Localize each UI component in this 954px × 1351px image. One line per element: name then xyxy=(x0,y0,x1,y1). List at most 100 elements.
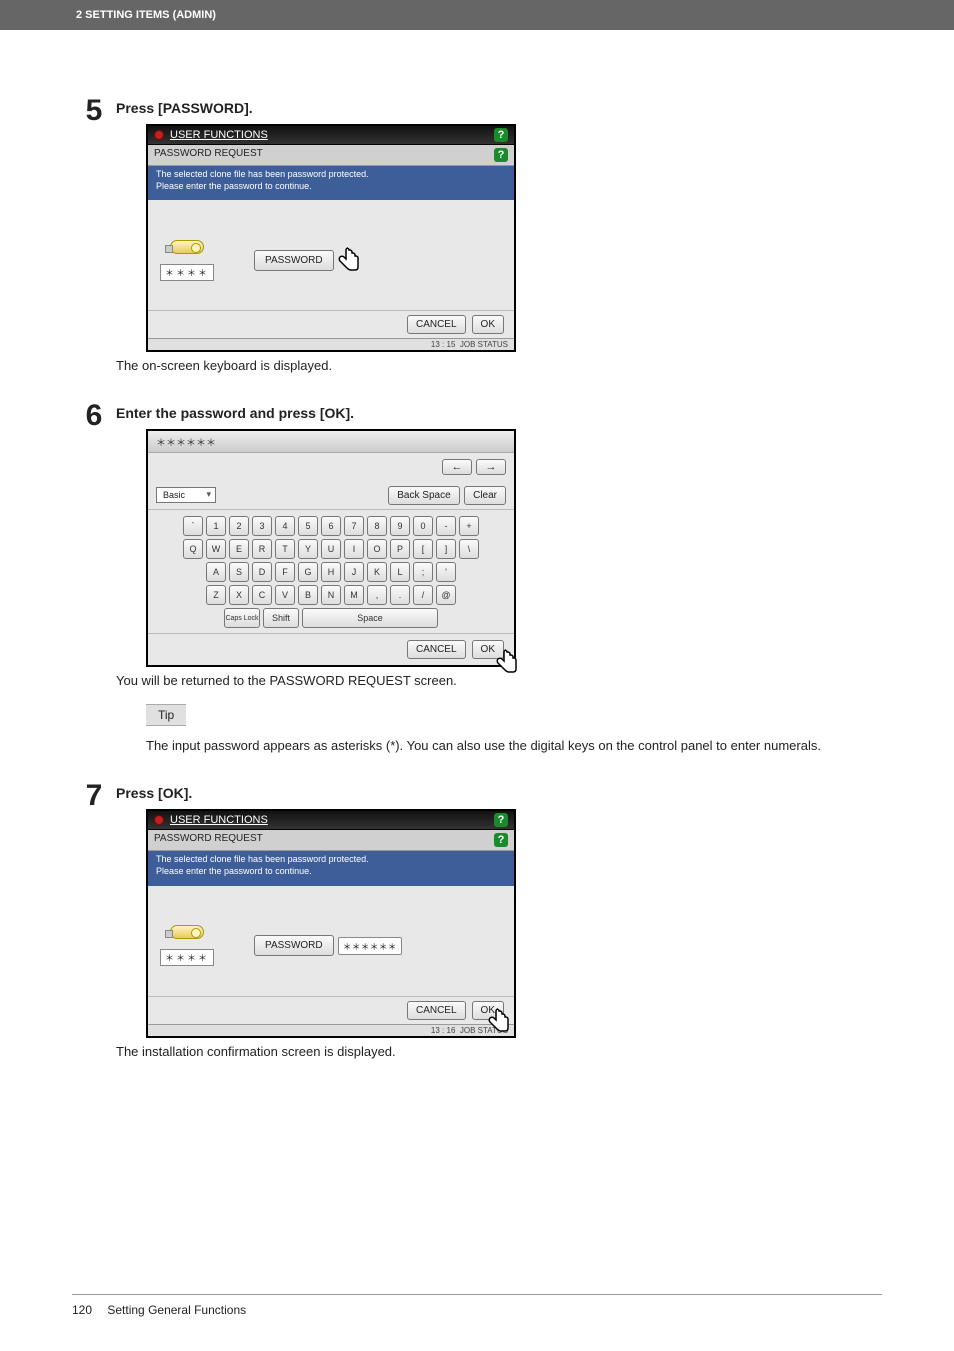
tip-label: Tip xyxy=(146,704,186,726)
help-icon[interactable]: ? xyxy=(494,813,508,827)
keyboard-key[interactable]: A xyxy=(206,562,226,582)
keyboard-key[interactable]: 1 xyxy=(206,516,226,536)
keyboard-key[interactable]: P xyxy=(390,539,410,559)
keyboard-key[interactable]: Y xyxy=(298,539,318,559)
space-key[interactable]: Space xyxy=(302,608,438,628)
device-dot-icon xyxy=(154,815,164,825)
tip-text: The input password appears as asterisks … xyxy=(146,738,882,753)
keyboard-key[interactable]: - xyxy=(436,516,456,536)
password-button[interactable]: PASSWORD xyxy=(254,935,334,956)
keyboard-key[interactable]: N xyxy=(321,585,341,605)
step-7: 7 Press [OK]. USER FUNCTIONS ? PASSWORD … xyxy=(72,781,882,1064)
keyboard-key[interactable]: \ xyxy=(459,539,479,559)
keyboard-key[interactable]: + xyxy=(459,516,479,536)
keyboard-key[interactable]: V xyxy=(275,585,295,605)
ok-button[interactable]: OK xyxy=(472,315,504,334)
cancel-button[interactable]: CANCEL xyxy=(407,640,466,659)
pointer-hand-icon xyxy=(492,648,520,680)
keyboard-key[interactable]: . xyxy=(390,585,410,605)
keyboard-key[interactable]: U xyxy=(321,539,341,559)
usb-filename: ＊＊＊＊ xyxy=(160,949,214,966)
keyboard-key[interactable]: 4 xyxy=(275,516,295,536)
keyboard-key[interactable]: T xyxy=(275,539,295,559)
keyboard-key[interactable]: 6 xyxy=(321,516,341,536)
keyboard-key[interactable]: C xyxy=(252,585,272,605)
keyboard-key[interactable]: I xyxy=(344,539,364,559)
keyboard-key[interactable]: ] xyxy=(436,539,456,559)
keyboard-key[interactable]: J xyxy=(344,562,364,582)
keyboard-key[interactable]: [ xyxy=(413,539,433,559)
keyboard-key[interactable]: 0 xyxy=(413,516,433,536)
shift-key[interactable]: Shift xyxy=(263,608,299,628)
step-7-screenshot: USER FUNCTIONS ? PASSWORD REQUEST ? The … xyxy=(146,809,516,1037)
page-header-bar: 2 SETTING ITEMS (ADMIN) xyxy=(0,0,954,30)
help-icon[interactable]: ? xyxy=(494,148,508,162)
page-footer: 120 Setting General Functions xyxy=(72,1303,246,1317)
keyboard-key[interactable]: R xyxy=(252,539,272,559)
page-number: 120 xyxy=(72,1303,92,1317)
keyboard-key[interactable]: Q xyxy=(183,539,203,559)
keyboard-key[interactable]: H xyxy=(321,562,341,582)
lcd-subtitle: PASSWORD REQUEST xyxy=(154,833,263,847)
keyboard-key[interactable]: 8 xyxy=(367,516,387,536)
capslock-key[interactable]: Caps Lock xyxy=(224,608,260,628)
keyboard-key[interactable]: B xyxy=(298,585,318,605)
usb-filename: ＊＊＊＊ xyxy=(160,264,214,281)
cancel-button[interactable]: CANCEL xyxy=(407,315,466,334)
keyboard-key[interactable]: L xyxy=(390,562,410,582)
step-5: 5 Press [PASSWORD]. USER FUNCTIONS ? PAS… xyxy=(72,96,882,379)
footer-section-title: Setting General Functions xyxy=(107,1303,246,1317)
keyboard-key[interactable]: ' xyxy=(436,562,456,582)
keyboard-key[interactable]: / xyxy=(413,585,433,605)
keyboard-key[interactable]: O xyxy=(367,539,387,559)
step-5-number: 5 xyxy=(72,96,116,126)
lcd-time: 13 : 15 xyxy=(431,340,455,349)
keyboard-key[interactable]: D xyxy=(252,562,272,582)
keyboard-mode-select[interactable]: Basic xyxy=(156,487,216,503)
lcd-title: USER FUNCTIONS xyxy=(170,814,268,826)
keyboard-key[interactable]: 7 xyxy=(344,516,364,536)
keyboard-key[interactable]: 5 xyxy=(298,516,318,536)
keyboard-key[interactable]: 3 xyxy=(252,516,272,536)
keyboard-key[interactable]: E xyxy=(229,539,249,559)
step-6: 6 Enter the password and press [OK]. ＊＊＊… xyxy=(72,401,882,759)
help-icon[interactable]: ? xyxy=(494,128,508,142)
lcd-message-2: Please enter the password to continue. xyxy=(156,181,506,193)
cursor-left-button[interactable]: ← xyxy=(442,459,472,475)
keyboard-key[interactable]: 9 xyxy=(390,516,410,536)
step-7-number: 7 xyxy=(72,781,116,811)
keyboard-key[interactable]: Z xyxy=(206,585,226,605)
keyboard-key[interactable]: W xyxy=(206,539,226,559)
lcd-message-1: The selected clone file has been passwor… xyxy=(156,854,506,866)
password-value-display: ＊＊＊＊＊＊ xyxy=(338,937,402,955)
keyboard-key[interactable]: X xyxy=(229,585,249,605)
keyboard-key[interactable]: S xyxy=(229,562,249,582)
keyboard-key[interactable]: ` xyxy=(183,516,203,536)
backspace-button[interactable]: Back Space xyxy=(388,486,459,505)
keyboard-key[interactable]: 2 xyxy=(229,516,249,536)
device-dot-icon xyxy=(154,130,164,140)
keyboard-key[interactable]: F xyxy=(275,562,295,582)
keyboard-key[interactable]: , xyxy=(367,585,387,605)
keyboard-key[interactable]: M xyxy=(344,585,364,605)
clear-button[interactable]: Clear xyxy=(464,486,506,505)
job-status-button[interactable]: JOB STATUS xyxy=(460,340,508,349)
lcd-subtitle: PASSWORD REQUEST xyxy=(154,148,263,162)
step-6-screenshot: ＊＊＊＊＊＊ ← → Basic Back Space Clear xyxy=(146,429,516,667)
keyboard-key[interactable]: K xyxy=(367,562,387,582)
cursor-right-button[interactable]: → xyxy=(476,459,506,475)
keyboard-key[interactable]: ; xyxy=(413,562,433,582)
help-icon[interactable]: ? xyxy=(494,833,508,847)
usb-stick-icon xyxy=(170,240,204,254)
step-6-title: Enter the password and press [OK]. xyxy=(116,405,882,421)
keyboard-key[interactable]: @ xyxy=(436,585,456,605)
keyboard-key[interactable]: G xyxy=(298,562,318,582)
step-5-title: Press [PASSWORD]. xyxy=(116,100,882,116)
lcd-title: USER FUNCTIONS xyxy=(170,129,268,141)
cancel-button[interactable]: CANCEL xyxy=(407,1001,466,1020)
password-button[interactable]: PASSWORD xyxy=(254,250,334,271)
step-5-screenshot: USER FUNCTIONS ? PASSWORD REQUEST ? The … xyxy=(146,124,516,352)
pointer-hand-icon xyxy=(484,1007,512,1039)
step-7-title: Press [OK]. xyxy=(116,785,882,801)
footer-rule xyxy=(72,1294,882,1295)
